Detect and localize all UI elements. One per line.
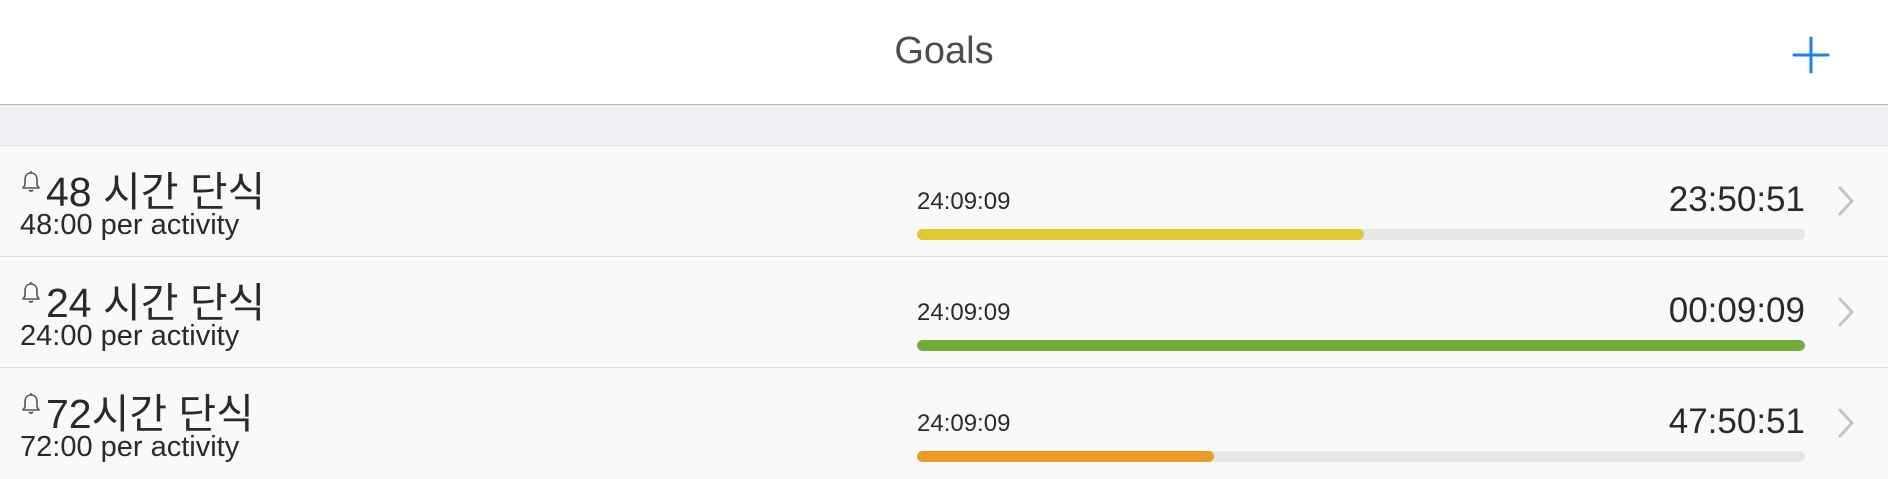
goal-row[interactable]: 72시간 단식 72:00 per activity 24:09:09 47:5… [0,368,1888,479]
elapsed-time: 24:09:09 [917,188,1011,215]
goal-row[interactable]: 48 시간 단식 48:00 per activity 24:09:09 23:… [0,146,1888,257]
chevron-right-icon [1836,295,1856,329]
chevron-right-icon [1836,406,1856,440]
plus-icon [1792,36,1830,74]
elapsed-time: 24:09:09 [917,299,1011,326]
navigation-bar: Goals [0,0,1888,105]
progress-fill [917,340,1805,351]
section-spacer [0,105,1888,146]
progress-bar [917,451,1805,462]
page-title: Goals [894,30,994,72]
progress-fill [917,451,1215,462]
bell-icon [20,281,42,305]
elapsed-time: 24:09:09 [917,410,1011,437]
goals-list: 48 시간 단식 48:00 per activity 24:09:09 23:… [0,146,1888,479]
progress-fill [917,229,1364,240]
progress-bar [917,340,1805,351]
goal-duration: 48:00 per activity [20,209,240,241]
remaining-time: 47:50:51 [1668,402,1805,441]
bell-icon [20,170,42,194]
goal-duration: 72:00 per activity [20,431,240,463]
goal-duration: 24:00 per activity [20,320,240,352]
bell-icon [20,392,42,416]
remaining-time: 00:09:09 [1668,291,1805,330]
progress-bar [917,229,1805,240]
goal-row[interactable]: 24 시간 단식 24:00 per activity 24:09:09 00:… [0,257,1888,368]
add-goal-button[interactable] [1789,33,1833,77]
remaining-time: 23:50:51 [1668,180,1805,219]
chevron-right-icon [1836,184,1856,218]
